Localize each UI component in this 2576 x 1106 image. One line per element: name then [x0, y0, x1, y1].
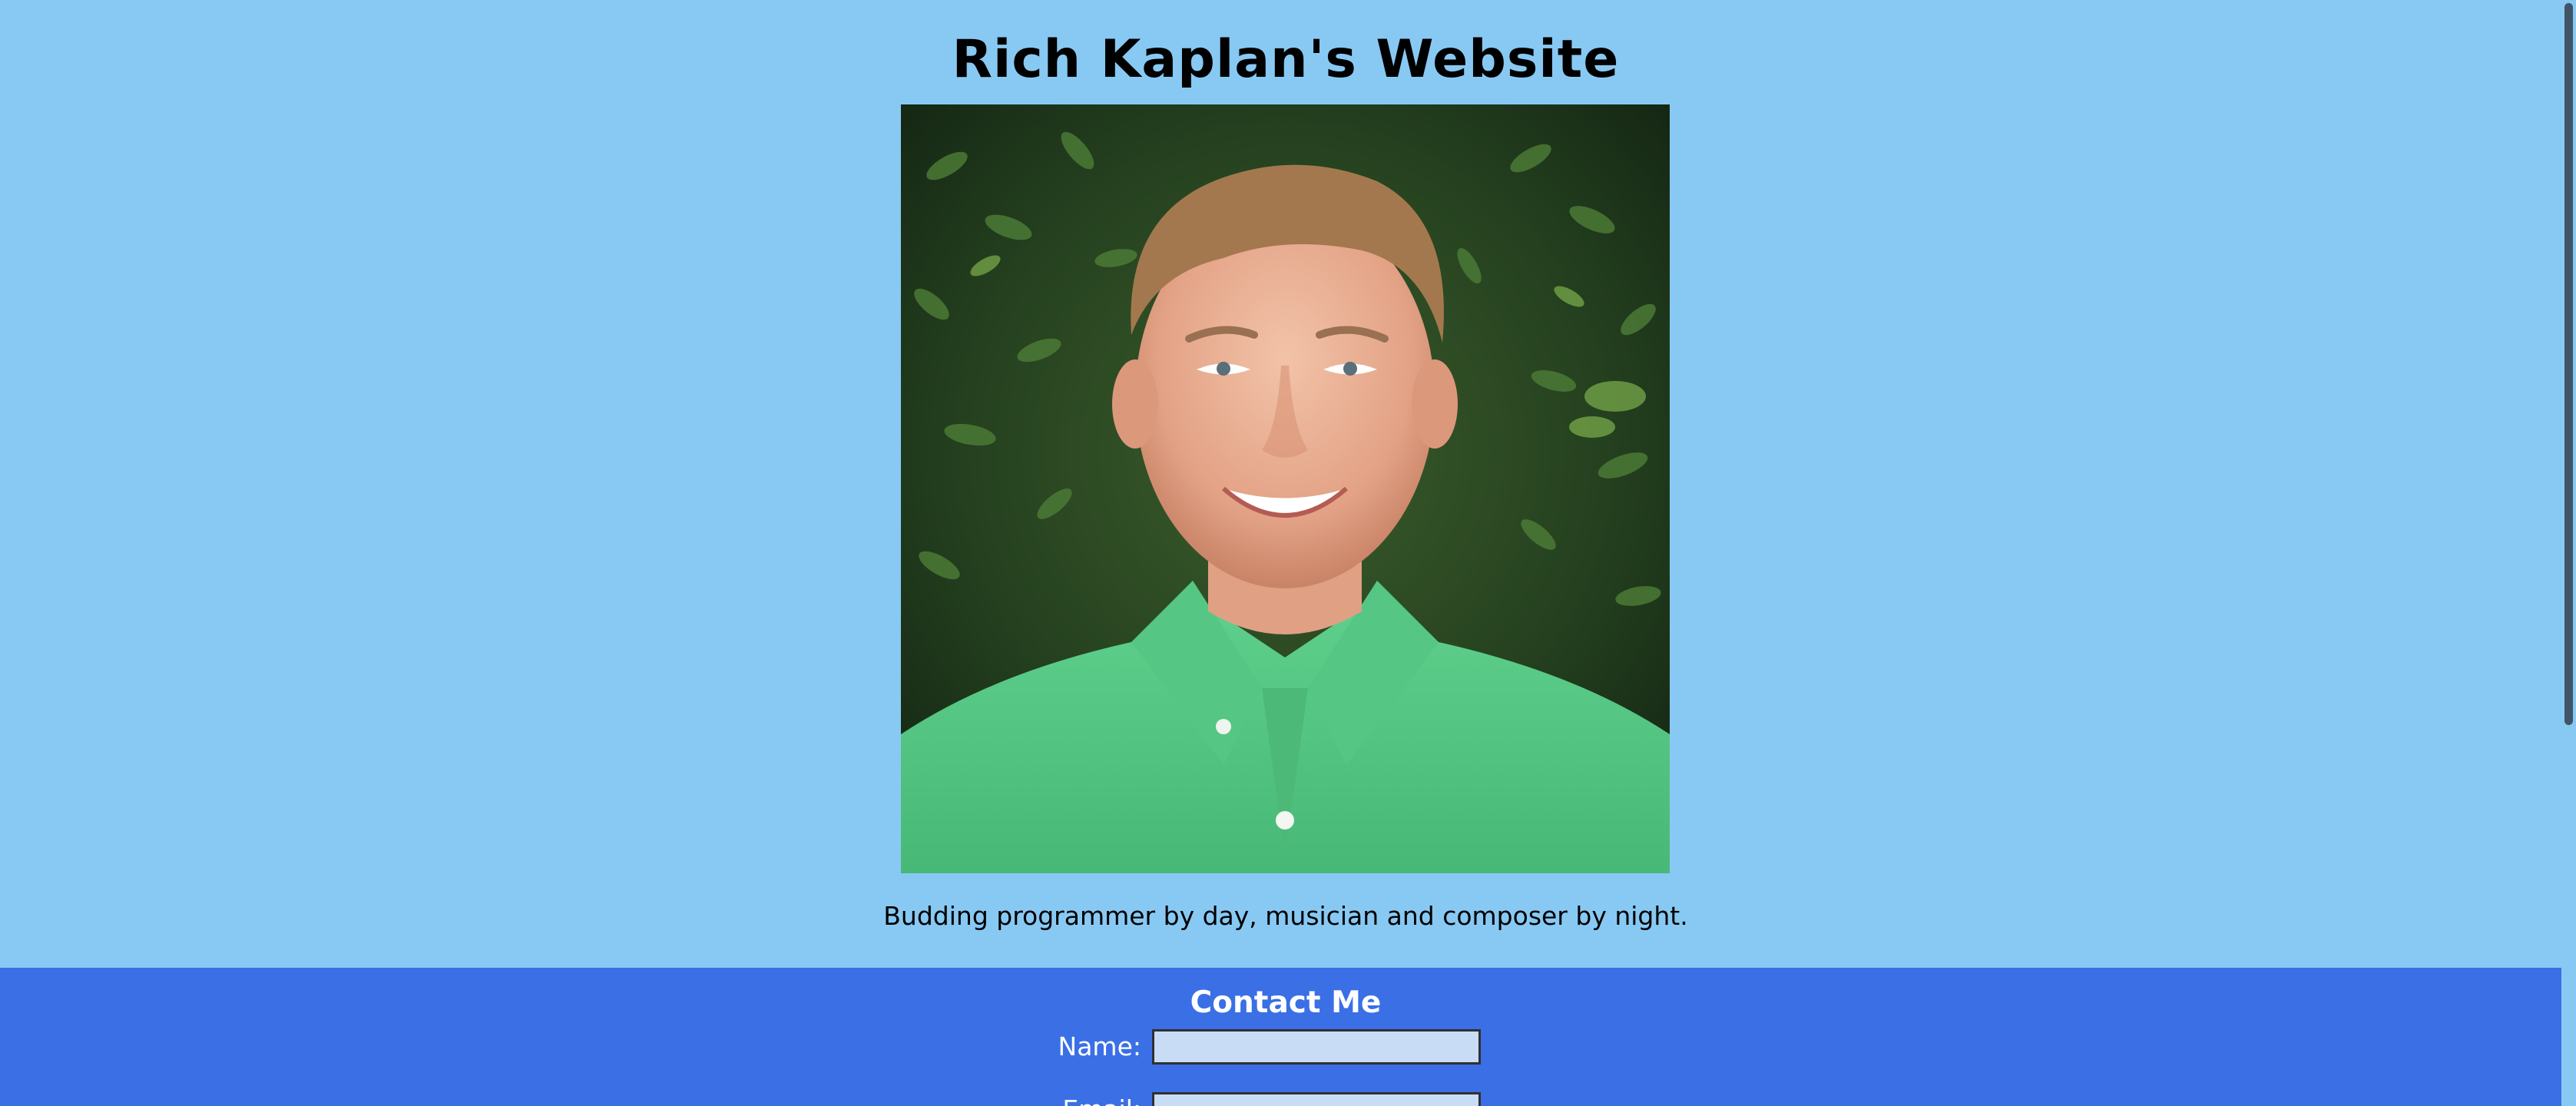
- portrait-photo: [901, 104, 1670, 873]
- email-input[interactable]: [1152, 1092, 1481, 1106]
- hero-section: Rich Kaplan's Website Budding programmer…: [0, 0, 2561, 968]
- tagline: Budding programmer by day, musician and …: [883, 901, 1688, 931]
- email-field-row: Email:: [998, 1092, 1481, 1106]
- name-label: Name:: [1058, 1031, 1141, 1061]
- contact-heading: Contact Me: [1190, 985, 1382, 1020]
- page: Rich Kaplan's Website Budding programmer…: [0, 0, 2576, 1106]
- name-input[interactable]: [1152, 1029, 1481, 1065]
- scrollbar[interactable]: [2561, 0, 2576, 1106]
- email-label: Email:: [1062, 1092, 1141, 1106]
- scrollbar-thumb[interactable]: [2564, 3, 2573, 725]
- site-title: Rich Kaplan's Website: [952, 29, 1620, 90]
- name-field-row: Name:: [998, 1029, 1481, 1066]
